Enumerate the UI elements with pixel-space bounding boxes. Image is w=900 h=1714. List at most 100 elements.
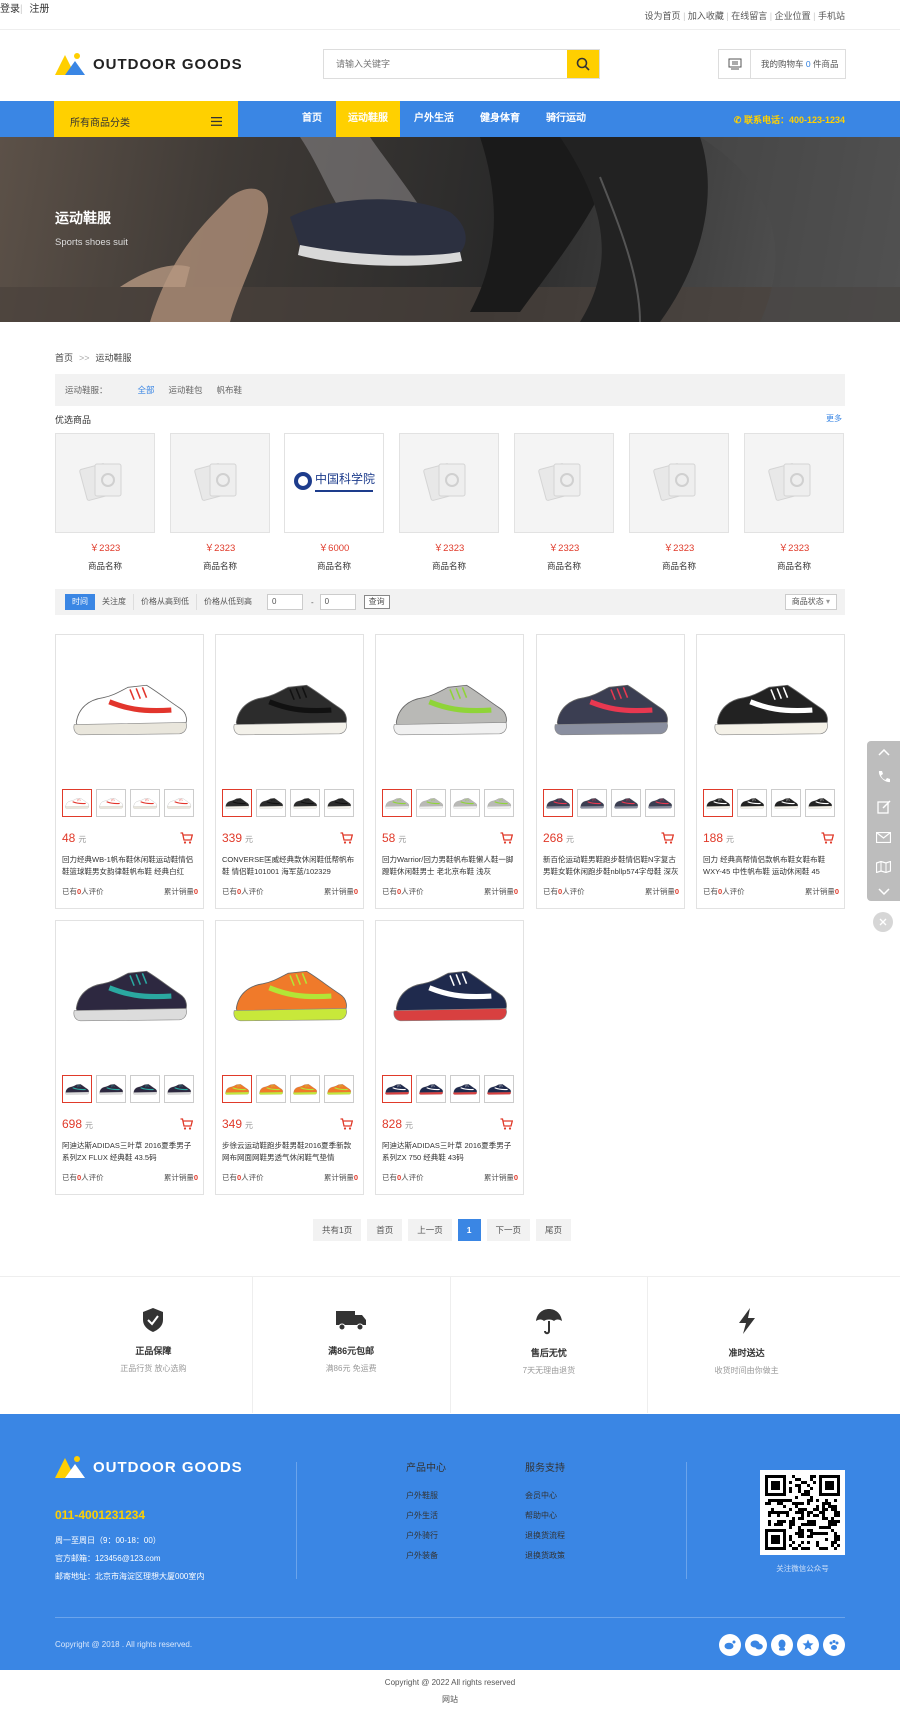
- star-icon[interactable]: [797, 1634, 819, 1656]
- color-thumbnail[interactable]: [737, 789, 767, 817]
- color-thumbnail[interactable]: [130, 1075, 160, 1103]
- breadcrumb-home[interactable]: 首页: [55, 353, 73, 363]
- wechat-icon[interactable]: [745, 1634, 767, 1656]
- status-select[interactable]: 商品状态 ▾: [784, 594, 837, 610]
- more-link[interactable]: 更多: [826, 413, 842, 424]
- color-thumbnail[interactable]: [703, 789, 733, 817]
- selected-item-name[interactable]: 商品名称: [55, 560, 155, 572]
- color-thumbnail[interactable]: [96, 1075, 126, 1103]
- selected-item-name[interactable]: 商品名称: [170, 560, 270, 572]
- selected-item-name[interactable]: 商品名称: [744, 560, 844, 572]
- footer-link[interactable]: 退换货政策: [525, 1546, 565, 1566]
- product-name[interactable]: 回力Warrior/回力男鞋帆布鞋懒人鞋一脚蹬鞋休闲鞋男士 老北京布鞋 浅灰: [382, 854, 518, 878]
- add-to-cart-icon[interactable]: [661, 832, 675, 847]
- color-thumbnail[interactable]: [164, 1075, 194, 1103]
- selected-item-image[interactable]: [629, 433, 729, 533]
- mobile-link[interactable]: 手机站: [818, 11, 845, 21]
- add-to-cart-icon[interactable]: [340, 1118, 354, 1133]
- price-max-input[interactable]: 0: [319, 594, 356, 610]
- color-thumbnail[interactable]: [290, 789, 320, 817]
- color-thumbnail[interactable]: [484, 1075, 514, 1103]
- qq-icon[interactable]: [771, 1634, 793, 1656]
- add-to-cart-icon[interactable]: [500, 1118, 514, 1133]
- nav-item-fitness[interactable]: 健身体育: [468, 101, 532, 137]
- footer-logo[interactable]: OUTDOOR GOODS: [55, 1454, 243, 1480]
- selected-item-name[interactable]: 商品名称: [629, 560, 729, 572]
- color-thumbnail[interactable]: [222, 789, 252, 817]
- filter-option-canvas[interactable]: 帆布鞋: [217, 384, 243, 396]
- product-image[interactable]: [705, 647, 836, 768]
- map-icon[interactable]: [876, 852, 891, 882]
- add-to-cart-icon[interactable]: [180, 1118, 194, 1133]
- product-card[interactable]: 349 元步徐云运动鞋跑步鞋男鞋2016夏季新款网布网面网鞋男透气休闲鞋气垫情 已有…: [215, 920, 364, 1195]
- color-thumbnail[interactable]: [96, 789, 126, 817]
- register-link[interactable]: 注册: [29, 4, 49, 15]
- color-thumbnail[interactable]: [416, 1075, 446, 1103]
- page-first[interactable]: 首页: [367, 1219, 403, 1241]
- color-thumbnail[interactable]: [324, 789, 354, 817]
- product-name[interactable]: 步徐云运动鞋跑步鞋男鞋2016夏季新款网布网面网鞋男透气休闲鞋气垫情: [222, 1140, 358, 1164]
- product-name[interactable]: 回力 经典高帮情侣款帆布鞋女鞋布鞋 WXY-45 中性帆布鞋 运动休闲鞋 45: [703, 854, 839, 878]
- color-thumbnail[interactable]: [805, 789, 835, 817]
- query-button[interactable]: 查询: [363, 595, 390, 609]
- color-thumbnail[interactable]: [611, 789, 641, 817]
- product-image[interactable]: [384, 647, 515, 768]
- add-to-cart-icon[interactable]: [340, 832, 354, 847]
- selected-item-name[interactable]: 商品名称: [514, 560, 614, 572]
- edit-icon[interactable]: [876, 792, 891, 822]
- close-icon[interactable]: [873, 912, 893, 932]
- product-name[interactable]: 新百伦运动鞋男鞋跑步鞋情侣鞋N字复古男鞋女鞋休闲跑步鞋nbllp574字母鞋 深…: [543, 854, 679, 878]
- product-card[interactable]: 188 元回力 经典高帮情侣款帆布鞋女鞋布鞋 WXY-45 中性帆布鞋 运动休闲鞋…: [696, 634, 845, 909]
- nav-item-outdoor-life[interactable]: 户外生活: [402, 101, 466, 137]
- product-name[interactable]: 回力经典WB-1帆布鞋休闲鞋运动鞋情侣鞋篮球鞋男女韵律鞋帆布鞋 经典白红: [62, 854, 198, 878]
- page-current[interactable]: 1: [457, 1219, 481, 1241]
- location-link[interactable]: 企业位置: [775, 11, 811, 21]
- selected-item-name[interactable]: 商品名称: [399, 560, 499, 572]
- color-thumbnail[interactable]: [382, 789, 412, 817]
- price-min-input[interactable]: 0: [267, 594, 303, 610]
- product-card[interactable]: 828 元阿迪达斯ADIDAS三叶草 2016夏季男子系列ZX 750 经典鞋 4…: [375, 920, 524, 1195]
- site-logo[interactable]: OUTDOOR GOODS: [55, 51, 243, 77]
- footer-link[interactable]: 户外骑行: [406, 1526, 446, 1546]
- filter-option-all[interactable]: 全部: [138, 384, 155, 396]
- nav-item-cycling[interactable]: 骑行运动: [534, 101, 598, 137]
- color-thumbnail[interactable]: [324, 1075, 354, 1103]
- color-thumbnail[interactable]: [290, 1075, 320, 1103]
- search-button[interactable]: [567, 50, 599, 78]
- phone-icon[interactable]: [877, 762, 891, 792]
- product-image[interactable]: [224, 647, 355, 768]
- all-categories-button[interactable]: 所有商品分类: [54, 101, 238, 141]
- color-thumbnail[interactable]: [543, 789, 573, 817]
- product-name[interactable]: CONVERSE匡威经典款休闲鞋低帮帆布鞋 情侣鞋101001 海军蓝/1023…: [222, 854, 358, 878]
- add-to-cart-icon[interactable]: [500, 832, 514, 847]
- selected-item-image[interactable]: [514, 433, 614, 533]
- color-thumbnail[interactable]: [577, 789, 607, 817]
- product-name[interactable]: 阿迪达斯ADIDAS三叶草 2016夏季男子系列ZX FLUX 经典鞋 43.5…: [62, 1140, 198, 1164]
- mail-icon[interactable]: [876, 822, 891, 852]
- filter-option-bags[interactable]: 运动鞋包: [169, 384, 203, 396]
- footer-link[interactable]: 会员中心: [525, 1486, 565, 1506]
- color-thumbnail[interactable]: [222, 1075, 252, 1103]
- color-thumbnail[interactable]: [416, 789, 446, 817]
- color-thumbnail[interactable]: [450, 789, 480, 817]
- color-thumbnail[interactable]: [130, 789, 160, 817]
- selected-item-name[interactable]: 商品名称: [284, 560, 384, 572]
- page-next[interactable]: 下一页: [486, 1219, 531, 1241]
- selected-item[interactable]: ￥2323 商品名称: [514, 433, 614, 572]
- set-home-link[interactable]: 设为首页: [645, 11, 681, 21]
- nav-item-home[interactable]: 首页: [290, 101, 334, 137]
- footer-link[interactable]: 帮助中心: [525, 1506, 565, 1526]
- footer-link[interactable]: 户外生活: [406, 1506, 446, 1526]
- footer-link[interactable]: 退换货流程: [525, 1526, 565, 1546]
- footer-link[interactable]: 户外鞋服: [406, 1486, 446, 1506]
- product-name[interactable]: 阿迪达斯ADIDAS三叶草 2016夏季男子系列ZX 750 经典鞋 43码: [382, 1140, 518, 1164]
- cart-button[interactable]: 我的购物车 0 件商品: [718, 49, 846, 79]
- selected-item[interactable]: ￥2323 商品名称: [170, 433, 270, 572]
- color-thumbnail[interactable]: [771, 789, 801, 817]
- product-image[interactable]: [64, 647, 195, 768]
- selected-item-image[interactable]: [170, 433, 270, 533]
- product-card[interactable]: 268 元新百伦运动鞋男鞋跑步鞋情侣鞋N字复古男鞋女鞋休闲跑步鞋nbllp574字…: [536, 634, 685, 909]
- selected-item-image[interactable]: 中国科学院: [284, 433, 384, 533]
- sort-price-asc[interactable]: 价格从低到高: [197, 594, 259, 610]
- weibo-icon[interactable]: [719, 1634, 741, 1656]
